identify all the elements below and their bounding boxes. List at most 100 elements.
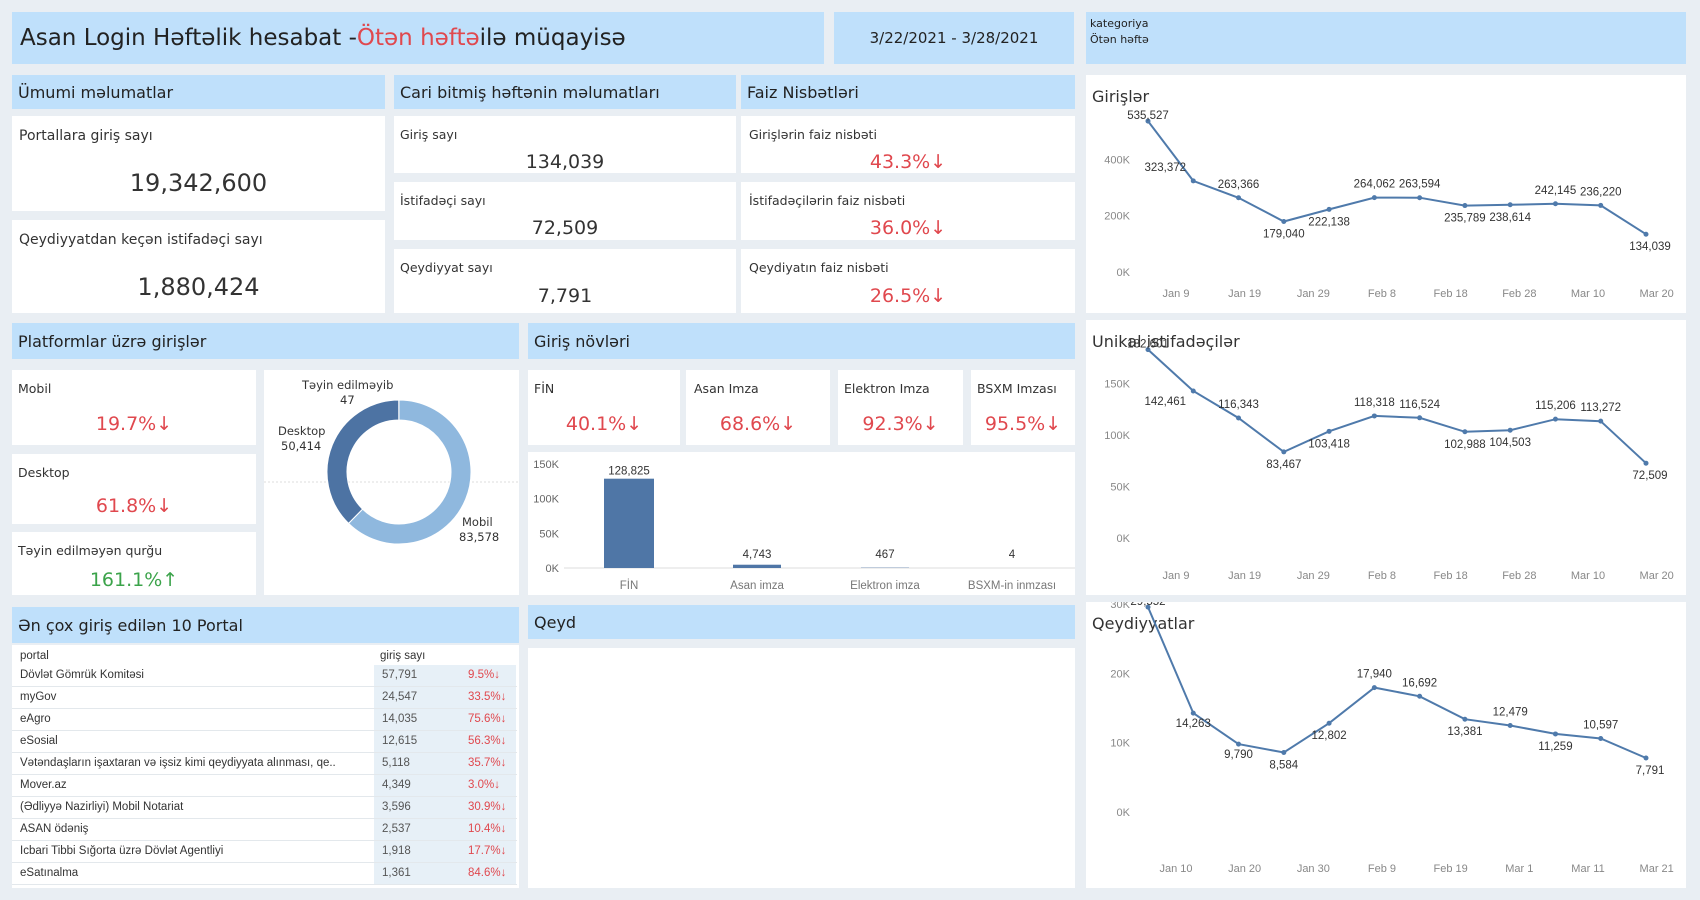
portal-count: 3,596 bbox=[374, 797, 454, 818]
portal-logins-card: Portallara giriş sayı 19,342,600 bbox=[12, 116, 385, 211]
unique-users-chart-panel: Unikal istifadəçilər 0K 50K 100K 150K Jan 9J… bbox=[1086, 320, 1686, 595]
x-tick-label: Jan 30 bbox=[1297, 863, 1330, 875]
ratios-header: Faiz Nisbətləri bbox=[741, 75, 1075, 109]
y-tick-label: 20K bbox=[1110, 668, 1130, 680]
y-tick-label: 50K bbox=[1110, 481, 1130, 493]
portal-logins-value: 19,342,600 bbox=[129, 169, 268, 197]
x-tick-label: Jan 9 bbox=[1163, 288, 1190, 300]
login-type-asan-value: 68.6%↓ bbox=[719, 413, 797, 435]
current-week-registrations-value: 7,791 bbox=[537, 285, 593, 307]
platforms-header-text: Platformlar üzrə girişlər bbox=[18, 331, 207, 351]
table-row: eAgro 14,035 75.6%↓ bbox=[12, 709, 517, 731]
login-types-header-text: Giriş növləri bbox=[534, 331, 630, 351]
table-row: eSosial 12,615 56.3%↓ bbox=[12, 731, 517, 753]
data-label: 182,601 bbox=[1127, 339, 1169, 351]
login-types-bar-panel: 0K 50K 100K 150K 128,825 FİN 4,743 Asan imza 467… bbox=[528, 452, 1075, 595]
table-row: myGov 24,547 33.5%↓ bbox=[12, 687, 517, 709]
ratio-logins-label: Girişlərin faiz nisbəti bbox=[749, 127, 877, 142]
donut-mobil-value: 83,578 bbox=[459, 530, 500, 544]
portal-name: eAgro bbox=[20, 713, 51, 725]
portal-name: ASAN ödəniş bbox=[20, 823, 89, 835]
data-point bbox=[1190, 388, 1196, 394]
data-label: 4,743 bbox=[743, 549, 772, 561]
col-header-count: giriş sayı bbox=[380, 650, 426, 662]
report-title: Asan Login Həftəlik hesabat - Ötən həftə … bbox=[12, 12, 824, 64]
current-week-users-card: İstifadəçi sayı 72,509 bbox=[394, 182, 736, 240]
portal-pct: 10.4%↓ bbox=[454, 819, 516, 840]
data-point bbox=[1643, 460, 1649, 466]
donut-undefined-value: 47 bbox=[340, 393, 355, 407]
portal-count: 14,035 bbox=[374, 709, 454, 730]
x-tick-label: Mar 10 bbox=[1571, 288, 1605, 300]
x-tick-label: Mar 1 bbox=[1505, 863, 1533, 875]
data-label: 8,584 bbox=[1269, 759, 1298, 771]
y-tick-label: 0K bbox=[1117, 267, 1131, 279]
portal-name: Vətəndaşların işaxtaran və işsiz kimi qe… bbox=[20, 757, 336, 769]
platform-donut-chart bbox=[264, 399, 519, 545]
portal-logins-label: Portallara giriş sayı bbox=[19, 128, 153, 144]
data-point bbox=[1236, 415, 1242, 421]
data-point bbox=[1462, 716, 1468, 722]
current-week-users-label: İstifadəçi sayı bbox=[400, 193, 486, 208]
portal-name: myGov bbox=[20, 691, 57, 703]
data-point bbox=[1507, 427, 1513, 433]
data-label: 467 bbox=[875, 549, 894, 561]
current-week-header: Cari bitmiş həftənin məlumatları bbox=[394, 75, 736, 109]
data-point bbox=[1281, 219, 1287, 225]
donut-desktop-value: 50,414 bbox=[281, 439, 322, 453]
current-week-logins-card: Giriş sayı 134,039 bbox=[394, 116, 736, 173]
logins-line-chart: 0K 200K 400K Jan 9 Jan 19 Jan 29 Feb 8 Feb 18 Fe… bbox=[1104, 110, 1674, 300]
logins-chart-panel: Girişlər 0K 200K 400K Jan 9 Jan 19 Jan 29 Feb … bbox=[1086, 75, 1686, 313]
data-label: 238,614 bbox=[1489, 212, 1531, 224]
portal-count: 24,547 bbox=[374, 687, 454, 708]
data-label: 115,206 bbox=[1535, 400, 1576, 412]
platform-desktop-card: Desktop 61.8%↓ bbox=[12, 454, 256, 524]
data-label: 242,145 bbox=[1535, 185, 1577, 197]
x-tick-label: Jan 20 bbox=[1228, 863, 1261, 875]
data-label: 16,692 bbox=[1402, 677, 1437, 689]
login-types-bar-chart: 0K 50K 100K 150K 128,825 FİN 4,743 Asan imza 467… bbox=[533, 459, 1075, 592]
category-filter[interactable]: kategoriya Ötən həftə bbox=[1086, 12, 1686, 64]
y-tick-label: 50K bbox=[539, 528, 559, 540]
x-tick-label: Jan 10 bbox=[1159, 863, 1192, 875]
data-label: 83,467 bbox=[1266, 459, 1301, 471]
table-row: (Ədliyyə Nazirliyi) Mobil Notariat 3,596 3… bbox=[12, 797, 517, 819]
table-row: Mover.az 4,349 3.0%↓ bbox=[12, 775, 517, 797]
data-label: 13,381 bbox=[1447, 726, 1482, 738]
series-line bbox=[1147, 120, 1647, 236]
ratio-registrations-label: Qeydiyatın faiz nisbəti bbox=[749, 260, 889, 275]
data-label: 102,988 bbox=[1444, 439, 1486, 451]
portal-name: Dövlət Gömrük Komitəsi bbox=[20, 669, 144, 681]
login-type-bsxm-card: BSXM Imzası 95.5%↓ bbox=[971, 370, 1075, 445]
title-prefix: Asan Login Həftəlik hesabat - bbox=[20, 25, 357, 51]
platform-undefined-label: Təyin edilməyən qurğu bbox=[18, 543, 163, 558]
data-point bbox=[1281, 749, 1287, 755]
y-tick-label: 0K bbox=[1117, 807, 1131, 819]
x-tick-label: Jan 19 bbox=[1228, 288, 1261, 300]
portal-count: 4,349 bbox=[374, 775, 454, 796]
current-week-users-value: 72,509 bbox=[531, 217, 599, 239]
portal-pct: 33.5%↓ bbox=[454, 687, 516, 708]
table-row: eSatınalma 1,361 84.6%↓ bbox=[12, 863, 517, 885]
top-portals-header-text: Ən çox giriş edilən 10 Portal bbox=[18, 615, 243, 635]
note-header: Qeyd bbox=[528, 605, 1075, 639]
y-tick-label: 100K bbox=[533, 494, 559, 506]
portal-pct: 30.9%↓ bbox=[454, 797, 516, 818]
unique-users-line-chart: 0K 50K 100K 150K Jan 9 Jan 19 Jan 29 Feb 8 Feb 1… bbox=[1104, 339, 1674, 582]
table-row: Vətəndaşların işaxtaran və işsiz kimi qe… bbox=[12, 753, 517, 775]
data-point bbox=[1552, 416, 1558, 422]
x-tick-label: BSXM-in inmzası bbox=[968, 580, 1056, 592]
top-portals-header: Ən çox giriş edilən 10 Portal bbox=[12, 607, 519, 643]
filter-value[interactable]: Ötən həftə bbox=[1090, 33, 1686, 46]
current-week-header-text: Cari bitmiş həftənin məlumatları bbox=[400, 82, 660, 102]
portal-pct: 56.3%↓ bbox=[454, 731, 516, 752]
current-week-logins-label: Giriş sayı bbox=[400, 127, 458, 142]
ratio-registrations-value: 26.5%↓ bbox=[869, 285, 947, 307]
donut-desktop-name: Desktop bbox=[278, 424, 326, 438]
data-label: 14,263 bbox=[1176, 718, 1211, 730]
data-label: 4 bbox=[1009, 549, 1016, 561]
data-label: 236,220 bbox=[1580, 186, 1622, 198]
login-type-electron-card: Elektron Imza 92.3%↓ bbox=[838, 370, 963, 445]
data-point bbox=[1190, 710, 1196, 716]
login-type-bsxm-label: BSXM Imzası bbox=[977, 381, 1057, 396]
